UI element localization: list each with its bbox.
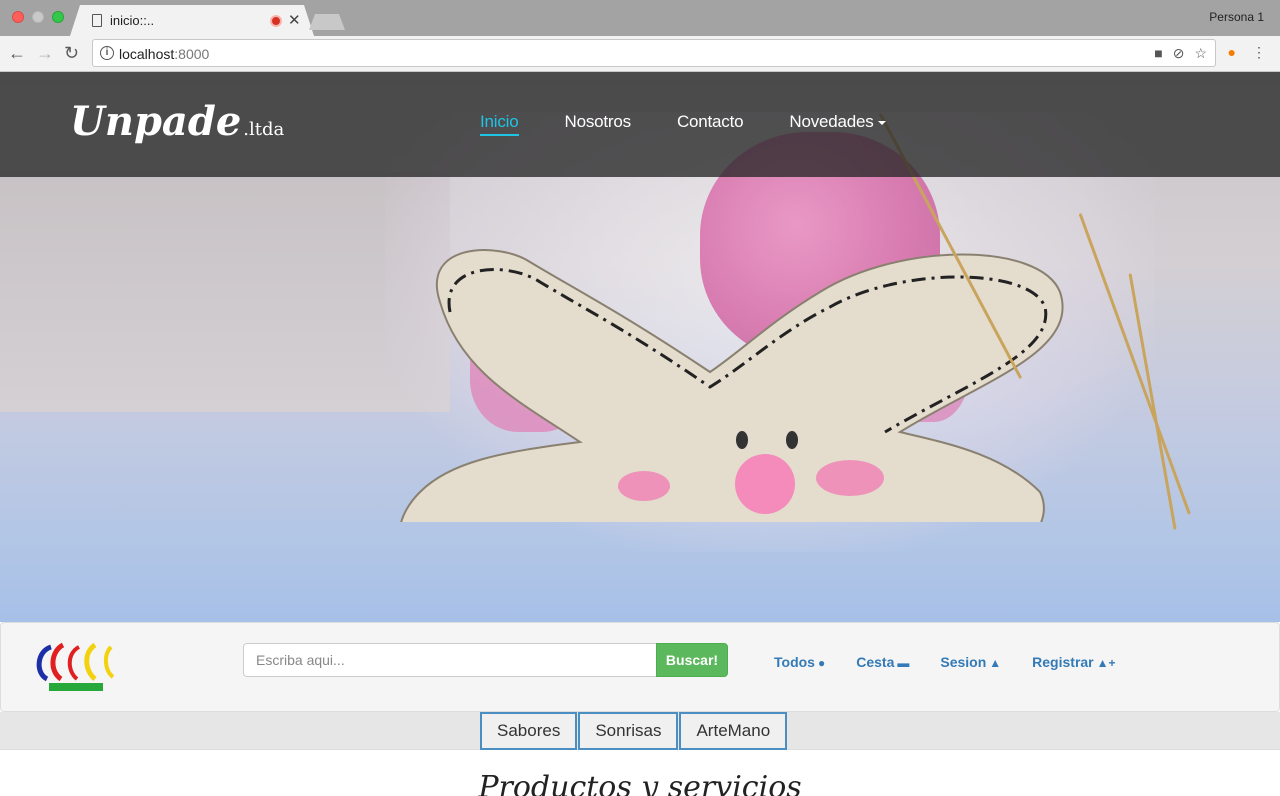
- bunny-figure: [400, 249, 1064, 522]
- recording-icon: [270, 15, 282, 27]
- link-todos[interactable]: Todos ●: [774, 654, 825, 670]
- logo-blue-arc: [36, 644, 53, 682]
- link-registrar[interactable]: Registrar ▲+: [1032, 654, 1115, 670]
- quick-links: Todos ● Cesta ▬ Sesion ▲ Registrar ▲+: [774, 654, 1116, 670]
- category-sabores-button[interactable]: Sabores: [480, 712, 578, 750]
- tab-title: inicio::..: [110, 13, 155, 28]
- document-icon: [92, 14, 102, 27]
- globe-icon: ●: [817, 656, 826, 670]
- nav-link-contacto[interactable]: Contacto: [677, 112, 744, 136]
- browser-tab-bar: inicio::.. ✕ Persona 1: [0, 0, 1280, 36]
- web-page: Unpade .ltda Inicio Nosotros Contacto Nov…: [0, 72, 1280, 796]
- logo-green-band: [49, 683, 103, 691]
- new-tab-button[interactable]: [309, 14, 345, 30]
- info-icon[interactable]: i: [100, 46, 114, 60]
- search-button[interactable]: Buscar!: [656, 643, 728, 677]
- bunny-cheek-right: [816, 460, 884, 496]
- link-sesion[interactable]: Sesion ▲: [940, 654, 1001, 670]
- address-bar[interactable]: i localhost:8000 ■ ⊘ ☆: [92, 39, 1216, 67]
- bunny-cheek-left: [618, 471, 670, 501]
- address-bar-icons: ■ ⊘ ☆: [1154, 45, 1207, 62]
- site-navbar: Unpade .ltda Inicio Nosotros Contacto Nov…: [0, 72, 1280, 177]
- url-host: localhost: [119, 46, 175, 62]
- bunny-eye-right: [786, 431, 798, 449]
- extension-icons: ● ⋮: [1228, 44, 1266, 61]
- bunny-nose: [735, 454, 795, 514]
- browser-tab[interactable]: inicio::.. ✕: [70, 5, 314, 36]
- link-cesta[interactable]: Cesta ▬: [856, 654, 909, 670]
- extension-fire-icon[interactable]: ●: [1228, 44, 1236, 61]
- blocked-content-icon[interactable]: ⊘: [1173, 45, 1185, 62]
- profile-name[interactable]: Persona 1: [1209, 10, 1264, 24]
- menu-dots-icon[interactable]: ⋮: [1252, 44, 1266, 61]
- category-buttons: Sabores Sonrisas ArteMano: [480, 712, 788, 750]
- logo-yellow-arc: [84, 642, 97, 681]
- category-artemano-button[interactable]: ArteMano: [679, 712, 788, 750]
- site-brand[interactable]: Unpade .ltda: [70, 98, 284, 145]
- minimize-window-button[interactable]: [32, 11, 44, 23]
- caret-down-icon: [877, 120, 886, 125]
- search-bar-section: Buscar! Todos● Cesta▬ Sesion▲ Registrar▲…: [0, 622, 1280, 712]
- close-window-button[interactable]: [12, 11, 24, 23]
- back-arrow-icon[interactable]: ←: [8, 42, 26, 64]
- url-port: :8000: [174, 46, 210, 62]
- browser-toolbar: ← → ↻ i localhost:8000 ■ ⊘ ☆ ● ⋮: [0, 36, 1280, 72]
- user-plus-icon: ▲+: [1096, 656, 1116, 670]
- camera-icon[interactable]: ■: [1154, 45, 1162, 62]
- link-registrar-label: Registrar: [1032, 654, 1094, 670]
- section-title: Productos y servicios: [478, 770, 802, 796]
- link-todos-label: Todos: [774, 654, 815, 670]
- brand-suffix: .ltda: [243, 119, 285, 140]
- link-cesta-label: Cesta: [856, 654, 895, 670]
- url-text: localhost:8000: [119, 46, 209, 62]
- user-icon: ▲: [989, 656, 1002, 670]
- bunny-eye-left: [736, 431, 748, 449]
- close-tab-icon[interactable]: ✕: [288, 11, 301, 29]
- shopping-cart-icon: ▬: [897, 656, 910, 670]
- search-input[interactable]: [243, 643, 657, 677]
- unpade-logo[interactable]: [33, 639, 119, 695]
- forward-arrow-icon[interactable]: →: [36, 42, 54, 64]
- category-bar: Sabores Sonrisas ArteMano: [0, 712, 1280, 750]
- logo-red-arc: [67, 645, 81, 681]
- link-sesion-label: Sesion: [940, 654, 987, 670]
- bookmark-star-icon[interactable]: ☆: [1194, 45, 1207, 62]
- nav-links: Inicio Nosotros Contacto Novedades: [480, 112, 886, 136]
- zoom-window-button[interactable]: [52, 11, 64, 23]
- category-sonrisas-button[interactable]: Sonrisas: [578, 712, 679, 750]
- nav-dropdown-novedades[interactable]: Novedades: [789, 112, 886, 136]
- logo-red-arc: [50, 642, 65, 682]
- brand-name: Unpade: [70, 98, 242, 145]
- nav-link-nosotros[interactable]: Nosotros: [565, 112, 632, 136]
- bunny-body: [400, 249, 1064, 522]
- logo-yellow-arc: [104, 645, 115, 679]
- nav-link-novedades[interactable]: Novedades: [789, 112, 873, 131]
- reload-icon[interactable]: ↻: [64, 42, 79, 64]
- nav-link-inicio[interactable]: Inicio: [480, 112, 519, 136]
